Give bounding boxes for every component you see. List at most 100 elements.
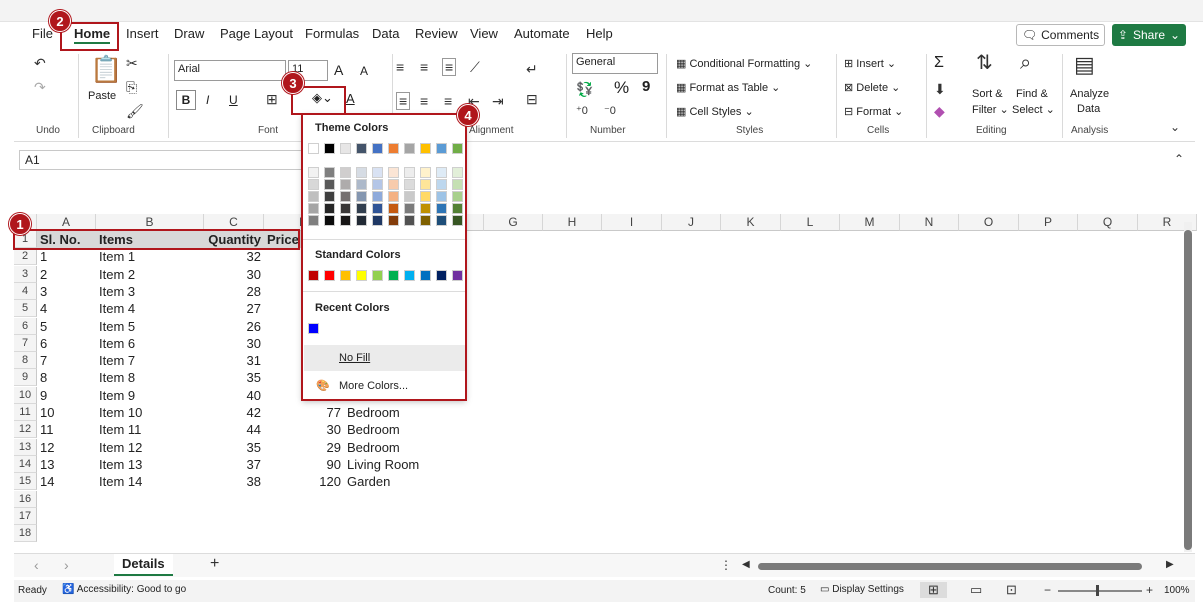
align-center-icon[interactable]: ≡	[420, 94, 428, 108]
row-header-17[interactable]: 17	[14, 507, 37, 525]
zoom-out-icon[interactable]: −	[1044, 583, 1051, 597]
align-right-icon[interactable]: ≡	[444, 94, 452, 108]
italic-button[interactable]: I	[206, 93, 209, 107]
paste-icon[interactable]: 📋	[90, 56, 122, 82]
table-cell[interactable]: 7	[37, 352, 96, 369]
analyze-data-icon[interactable]: ▤	[1074, 54, 1095, 76]
currency-icon[interactable]: 💱	[576, 82, 593, 96]
table-cell[interactable]: 32	[204, 248, 264, 265]
column-header-m[interactable]: M	[840, 214, 900, 231]
table-cell[interactable]: 31	[204, 352, 264, 369]
table-cell[interactable]: 2	[37, 266, 96, 283]
table-cell[interactable]: 13	[37, 456, 96, 473]
table-cell[interactable]: Item 12	[96, 439, 204, 456]
tab-review[interactable]: Review	[415, 26, 458, 41]
table-cell[interactable]: Item 1	[96, 248, 204, 265]
table-cell[interactable]: Bedroom	[344, 421, 424, 438]
table-cell[interactable]: 35	[204, 369, 264, 386]
table-cell[interactable]: 27	[204, 300, 264, 317]
font-name-select[interactable]: Arial	[174, 60, 286, 81]
table-cell[interactable]: 42	[204, 404, 264, 421]
row-header-8[interactable]: 8	[14, 352, 37, 370]
cut-icon[interactable]: ✂	[126, 56, 138, 70]
orientation-icon[interactable]: ⟋	[470, 60, 480, 74]
prev-sheet-icon[interactable]: ‹	[34, 558, 39, 572]
font-color-button[interactable]: A	[346, 91, 355, 106]
row-header-16[interactable]: 16	[14, 490, 37, 508]
table-cell[interactable]: 11	[37, 421, 96, 438]
table-cell[interactable]: 30	[264, 421, 344, 438]
number-format-select[interactable]: General	[572, 53, 658, 74]
row-header-11[interactable]: 11	[14, 404, 37, 421]
percent-button[interactable]: %	[614, 78, 629, 98]
table-cell[interactable]: 120	[264, 473, 344, 490]
table-cell[interactable]: 14	[37, 473, 96, 490]
sort-filter-label[interactable]: Sort &	[972, 88, 1003, 100]
row-header-13[interactable]: 13	[14, 438, 37, 456]
table-cell[interactable]: 5	[37, 318, 96, 335]
format-painter-icon[interactable]: 🖌	[126, 104, 144, 118]
bold-button[interactable]: B	[176, 90, 196, 110]
redo-icon[interactable]: ↷	[34, 80, 46, 94]
page-break-view-icon[interactable]: ⊡	[1006, 583, 1017, 597]
analyze-data-label[interactable]: Analyze	[1070, 88, 1109, 100]
column-header-h[interactable]: H	[543, 214, 602, 231]
table-cell[interactable]: Item 2	[96, 266, 204, 283]
share-button[interactable]: ⇪ Share ⌄	[1112, 24, 1186, 46]
row-header-10[interactable]: 10	[14, 386, 37, 404]
horizontal-scroll-thumb[interactable]	[758, 563, 1142, 570]
fill-icon[interactable]: ⬇	[934, 82, 946, 96]
next-sheet-icon[interactable]: ›	[64, 558, 69, 572]
sort-filter-label-2[interactable]: Filter ⌄	[972, 103, 1009, 116]
column-header-p[interactable]: P	[1019, 214, 1078, 231]
page-layout-view-icon[interactable]: ▭	[970, 583, 982, 597]
column-header-j[interactable]: J	[662, 214, 721, 231]
table-cell[interactable]: Item 7	[96, 352, 204, 369]
decrease-font-icon[interactable]: A	[360, 64, 368, 78]
table-cell[interactable]: 4	[37, 300, 96, 317]
accessibility-status[interactable]: ♿ Accessibility: Good to go	[62, 584, 186, 595]
table-cell[interactable]: 10	[37, 404, 96, 421]
table-cell[interactable]: Item 4	[96, 300, 204, 317]
row-header-3[interactable]: 3	[14, 265, 37, 283]
column-header-i[interactable]: I	[602, 214, 662, 231]
increase-indent-icon[interactable]: ⇥	[492, 94, 504, 108]
find-select-icon[interactable]: ⌕	[1020, 53, 1031, 73]
tab-formulas[interactable]: Formulas	[305, 26, 359, 41]
table-cell[interactable]: 77	[264, 404, 344, 421]
table-cell[interactable]: Item 14	[96, 473, 204, 490]
tab-file[interactable]: File	[32, 26, 53, 41]
table-cell[interactable]: Item 6	[96, 335, 204, 352]
row-header-4[interactable]: 4	[14, 282, 37, 300]
table-cell[interactable]: Item 13	[96, 456, 204, 473]
table-cell[interactable]: Bedroom	[344, 404, 424, 421]
table-cell[interactable]: Item 5	[96, 318, 204, 335]
tab-insert[interactable]: Insert	[126, 26, 159, 41]
table-cell[interactable]: 3	[37, 283, 96, 300]
table-cell[interactable]: 1	[37, 248, 96, 265]
vertical-scroll-thumb[interactable]	[1184, 230, 1192, 550]
tab-automate[interactable]: Automate	[514, 26, 570, 41]
column-header-l[interactable]: L	[781, 214, 840, 231]
align-middle-icon[interactable]: ≡	[420, 60, 428, 74]
table-cell[interactable]: Item 8	[96, 369, 204, 386]
row-header-2[interactable]: 2	[14, 248, 37, 266]
worksheet-grid[interactable]: ABCDEFGHIJKLMNOPQR 123456789101112131415…	[14, 214, 1197, 552]
name-box[interactable]: A1	[19, 150, 304, 170]
table-cell[interactable]: 6	[37, 335, 96, 352]
merge-center-icon[interactable]: ⊟	[526, 92, 538, 106]
clear-icon[interactable]: ◆	[934, 104, 945, 118]
find-select-label-2[interactable]: Select ⌄	[1012, 103, 1055, 116]
row-header-5[interactable]: 5	[14, 300, 37, 318]
paste-button[interactable]: Paste	[88, 90, 116, 102]
row-header-12[interactable]: 12	[14, 421, 37, 439]
column-header-n[interactable]: N	[900, 214, 959, 231]
table-cell[interactable]: 26	[204, 318, 264, 335]
zoom-level[interactable]: 100%	[1164, 585, 1190, 596]
row-header-18[interactable]: 18	[14, 525, 37, 543]
expand-formula-icon[interactable]: ⌃	[1174, 152, 1184, 166]
comments-button[interactable]: 🗨 Comments	[1016, 24, 1105, 46]
borders-icon[interactable]: ⊞	[266, 92, 278, 106]
table-cell[interactable]: 38	[204, 473, 264, 490]
table-cell[interactable]: Item 9	[96, 387, 204, 404]
